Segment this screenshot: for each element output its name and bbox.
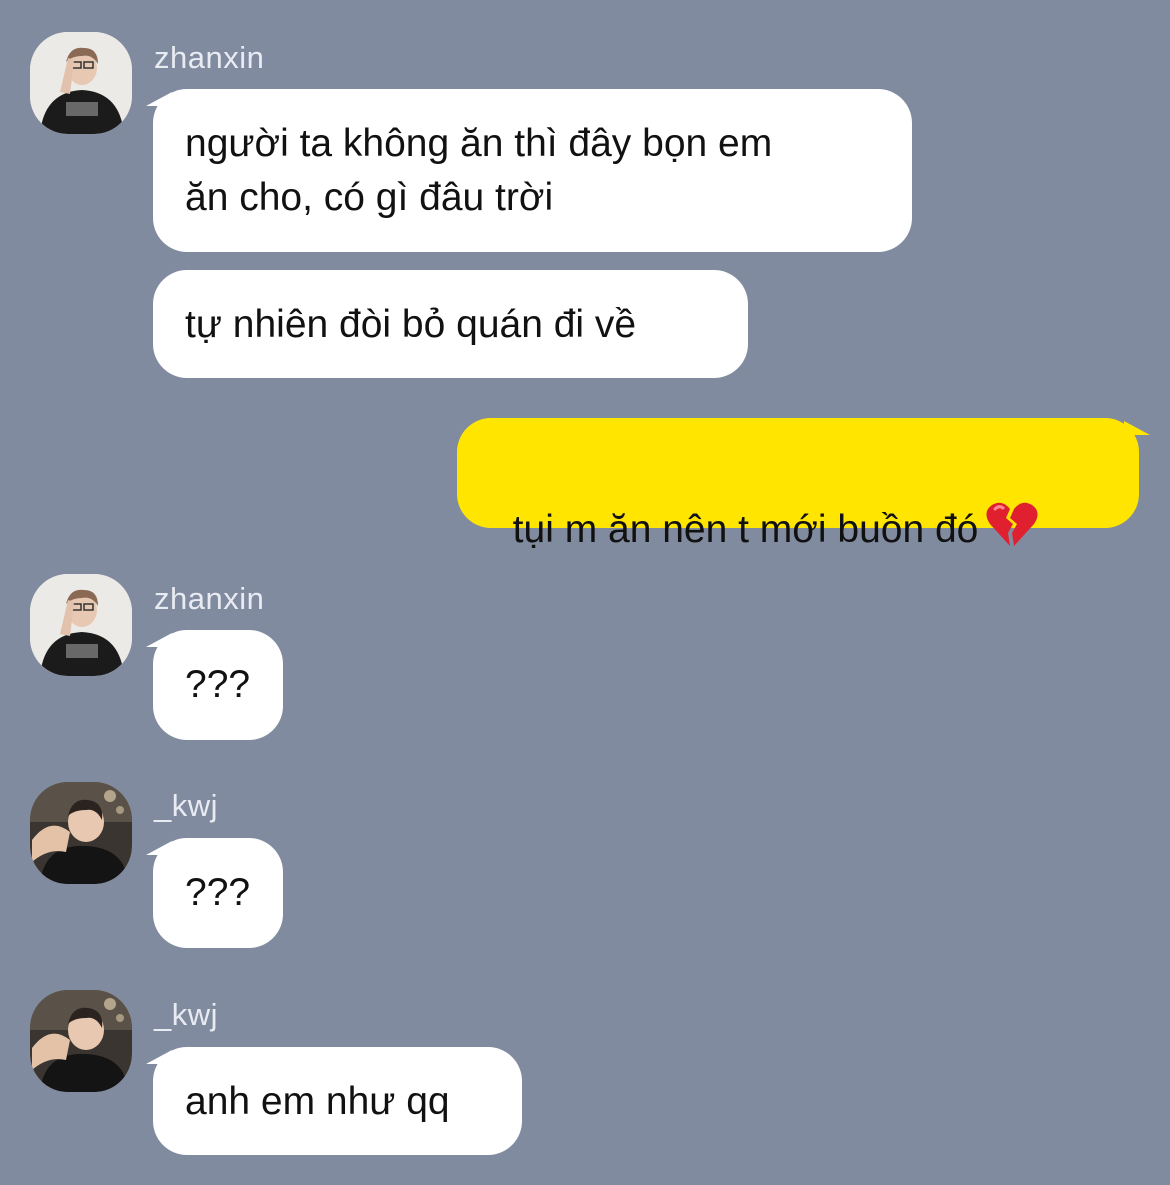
broken-heart-icon [986,500,1038,563]
avatar-zhanxin[interactable] [30,574,132,676]
message-bubble[interactable]: ??? [153,838,283,948]
avatar-kwj[interactable] [30,782,132,884]
avatar-kwj[interactable] [30,990,132,1092]
message-text: tụi m ăn nên t mới buồn đó [512,508,979,551]
message-bubble[interactable]: tự nhiên đòi bỏ quán đi về [153,270,748,378]
message-bubble-outgoing[interactable]: tụi m ăn nên t mới buồn đó [457,418,1139,551]
avatar-zhanxin[interactable] [30,32,132,134]
sender-name: _kwj [154,997,219,1032]
sender-name: _kwj [154,788,219,823]
message-bubble[interactable]: ??? [153,630,283,740]
message-bubble[interactable]: anh em như qq [153,1047,522,1155]
message-bubble[interactable]: người ta không ăn thì đây bọn em ăn cho,… [153,89,912,252]
sender-name: zhanxin [154,581,265,616]
sender-name: zhanxin [154,40,265,75]
